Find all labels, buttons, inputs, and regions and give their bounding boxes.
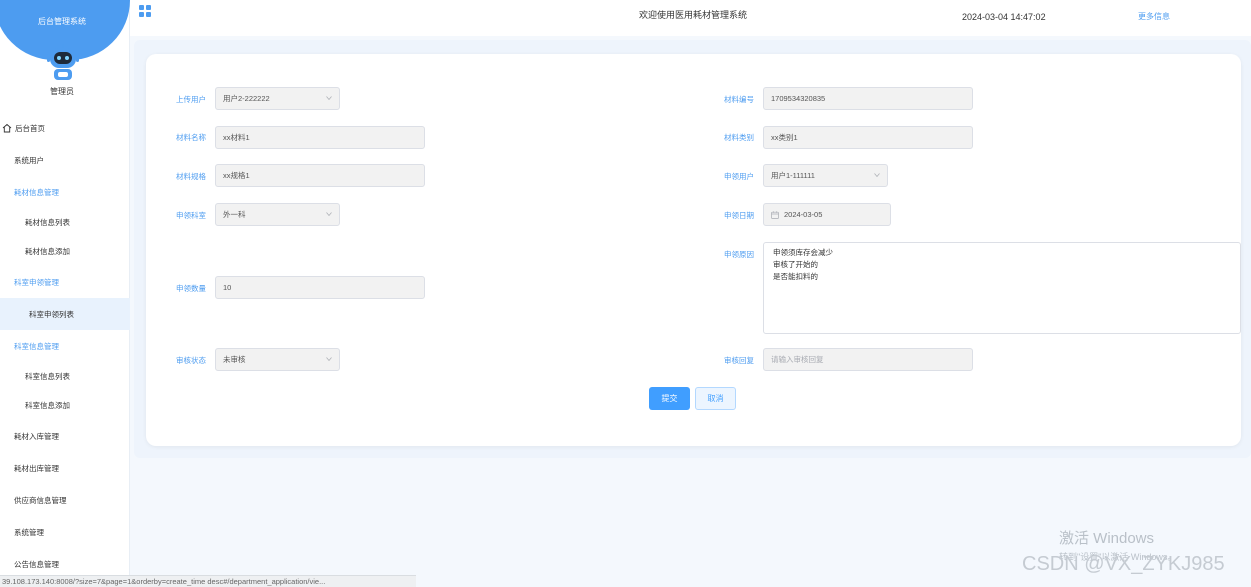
chevron-down-icon	[326, 96, 332, 101]
sidebar-item-label: 耗材信息列表	[25, 218, 70, 227]
review-status-label: 审核状态	[176, 356, 206, 365]
sidebar-item-system-users[interactable]: 系统用户	[0, 144, 130, 176]
sidebar-item-dept-list[interactable]: 科室信息列表	[0, 362, 130, 391]
sidebar-group-dept-application[interactable]: 科室申领管理	[0, 266, 130, 298]
csdn-watermark: CSDN @VX_ZYKJ985	[1022, 553, 1225, 575]
chevron-down-icon	[326, 357, 332, 362]
apply-reason-textarea[interactable]: 申领须库存会减少 审核了开始的 是否能扣料的	[763, 242, 1241, 334]
material-spec-label: 材料规格	[176, 172, 206, 181]
sidebar-item-stock-in[interactable]: 耗材入库管理	[0, 420, 130, 452]
upload-user-select[interactable]: 用户2-222222	[215, 87, 340, 110]
browser-status-url: 39.108.173.140:8008/?size=7&page=1&order…	[0, 575, 416, 587]
sidebar-item-label: 科室申领列表	[29, 309, 74, 319]
sidebar-item-label: 科室申领管理	[14, 277, 59, 287]
admin-role-label: 管理员	[50, 87, 74, 96]
robot-avatar-icon	[47, 41, 79, 80]
upload-user-label: 上传用户	[176, 95, 206, 104]
sidebar-item-stock-out[interactable]: 耗材出库管理	[0, 452, 130, 484]
apply-qty-value: 10	[223, 283, 232, 292]
sidebar-item-home[interactable]: 后台首页	[0, 112, 130, 144]
sidebar-item-system-admin[interactable]: 系统管理	[0, 516, 130, 548]
review-status-value: 未审核	[223, 355, 246, 364]
sidebar-item-supplier[interactable]: 供应商信息管理	[0, 484, 130, 516]
material-category-value: xx类别1	[771, 133, 798, 142]
grid-menu-icon[interactable]	[139, 5, 151, 17]
sidebar-menu: 后台首页 系统用户 耗材信息管理 耗材信息列表 耗材信息添加 科室申领管理 科室…	[0, 112, 130, 580]
material-no-field[interactable]: 1709534320835	[763, 87, 973, 110]
apply-date-value: 2024-03-05	[784, 210, 823, 219]
chevron-down-icon	[874, 173, 880, 178]
material-category-field[interactable]: xx类别1	[763, 126, 973, 149]
windows-activation-title: 激活 Windows	[1059, 530, 1155, 547]
sidebar-item-dept-add[interactable]: 科室信息添加	[0, 391, 130, 420]
apply-user-value: 用户1-111111	[771, 171, 815, 180]
home-icon	[2, 123, 12, 133]
apply-dept-select[interactable]: 外一科	[215, 203, 340, 226]
material-spec-field[interactable]: xx规格1	[215, 164, 425, 187]
submit-button[interactable]: 提交	[649, 387, 690, 410]
sidebar-item-label: 系统管理	[14, 527, 44, 537]
sidebar-item-label: 系统用户	[14, 155, 44, 165]
material-name-label: 材料名称	[176, 133, 206, 142]
material-no-value: 1709534320835	[771, 94, 826, 103]
apply-user-label: 申领用户	[724, 172, 754, 181]
apply-dept-value: 外一科	[223, 210, 246, 219]
apply-date-picker[interactable]: 2024-03-05	[763, 203, 891, 226]
sidebar-item-label: 科室信息列表	[25, 372, 70, 381]
sidebar-group-dept-info[interactable]: 科室信息管理	[0, 330, 130, 362]
apply-dept-label: 申领科室	[176, 211, 206, 220]
top-header: 欢迎使用医用耗材管理系统 2024-03-04 14:47:02 更多信息	[130, 0, 1251, 36]
sidebar-item-label: 后台首页	[15, 123, 45, 133]
apply-user-select[interactable]: 用户1-111111	[763, 164, 888, 187]
sidebar-item-label: 耗材信息添加	[25, 247, 70, 256]
sidebar-item-label: 科室信息管理	[14, 341, 59, 351]
sidebar-item-material-add[interactable]: 耗材信息添加	[0, 237, 130, 266]
apply-date-label: 申领日期	[724, 211, 754, 220]
material-no-label: 材料编号	[724, 95, 754, 104]
sidebar-item-label: 科室信息添加	[25, 401, 70, 410]
app-title: 后台管理系统	[38, 17, 86, 26]
sidebar-item-material-list[interactable]: 耗材信息列表	[0, 208, 130, 237]
material-spec-value: xx规格1	[223, 171, 250, 180]
sidebar-item-label: 公告信息管理	[14, 559, 59, 569]
material-name-field[interactable]: xx材料1	[215, 126, 425, 149]
apply-reason-label: 申领原因	[724, 250, 754, 259]
review-status-select[interactable]: 未审核	[215, 348, 340, 371]
review-reply-field[interactable]: 请输入审核回复	[763, 348, 973, 371]
sidebar-item-label: 耗材入库管理	[14, 431, 59, 441]
calendar-icon	[771, 210, 779, 219]
sidebar: 后台管理系统 管理员 后台首页 系统用户 耗材信息管理 耗材信息列表 耗材信息添…	[0, 0, 130, 587]
more-info-link[interactable]: 更多信息	[1138, 11, 1170, 22]
sidebar-item-label: 供应商信息管理	[14, 495, 67, 505]
welcome-title: 欢迎使用医用耗材管理系统	[639, 10, 748, 20]
material-category-label: 材料类别	[724, 133, 754, 142]
sidebar-item-dept-application-list[interactable]: 科室申领列表	[0, 298, 130, 330]
current-datetime: 2024-03-04 14:47:02	[962, 12, 1046, 22]
apply-qty-label: 申领数量	[176, 284, 206, 293]
sidebar-item-label: 耗材信息管理	[14, 187, 59, 197]
review-reply-label: 审核回复	[724, 356, 754, 365]
apply-qty-field[interactable]: 10	[215, 276, 425, 299]
sidebar-group-material-info[interactable]: 耗材信息管理	[0, 176, 130, 208]
upload-user-value: 用户2-222222	[223, 94, 270, 103]
material-name-value: xx材料1	[223, 133, 250, 142]
review-reply-placeholder: 请输入审核回复	[771, 355, 824, 364]
cancel-button[interactable]: 取消	[695, 387, 736, 410]
sidebar-item-label: 耗材出库管理	[14, 463, 59, 473]
chevron-down-icon	[326, 212, 332, 217]
